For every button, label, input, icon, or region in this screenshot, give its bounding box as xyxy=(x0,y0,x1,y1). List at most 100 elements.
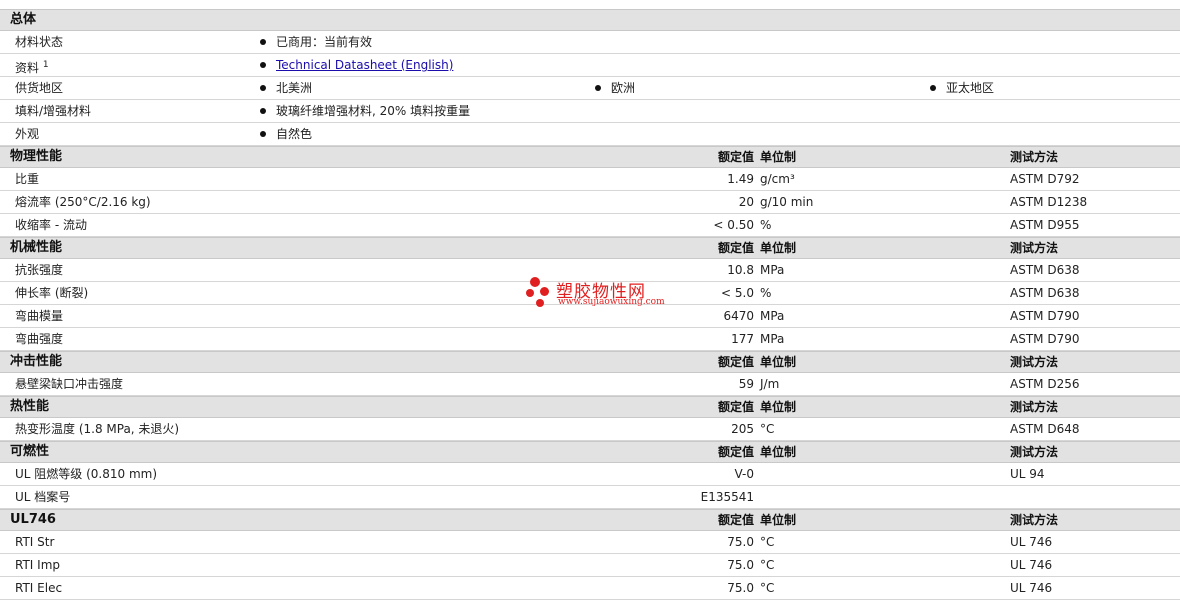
bullet-icon xyxy=(595,84,601,91)
nominal-value: < 5.0 xyxy=(721,286,754,300)
section-title: 冲击性能 xyxy=(10,354,63,369)
property-label: 伸长率 (断裂) xyxy=(15,286,89,300)
bullet-icon xyxy=(260,84,266,91)
value-cell: 已商用：当前有效 xyxy=(260,31,372,53)
row-label: 材料状态 xyxy=(15,31,63,53)
footnote-marker: 1 xyxy=(42,60,49,70)
nominal-value: 75.0 xyxy=(727,558,754,572)
property-label: UL 档案号 xyxy=(15,490,71,504)
value-cell: 自然色 xyxy=(260,123,312,145)
test-method: UL 746 xyxy=(1010,581,1053,595)
property-label: RTI Elec xyxy=(15,581,63,595)
value-text: 自然色 xyxy=(276,127,313,141)
property-label: RTI Str xyxy=(15,535,55,549)
unit-value: °C xyxy=(760,581,775,595)
bullet-icon xyxy=(260,61,266,68)
property-row: RTI Elec 75.0 °C UL 746 xyxy=(0,577,1180,600)
nominal-value: 75.0 xyxy=(727,535,754,549)
unit-value: g/10 min xyxy=(760,195,814,209)
property-row: UL 阻燃等级 (0.810 mm) V-0 UL 94 xyxy=(0,463,1180,486)
unit-value: °C xyxy=(760,422,775,436)
test-method: ASTM D955 xyxy=(1010,218,1080,232)
general-row: 供货地区 北美洲 欧洲 亚太地区 xyxy=(0,77,1180,100)
row-label: 外观 xyxy=(15,123,39,145)
nominal-value: 177 xyxy=(731,332,754,346)
row-label: 供货地区 xyxy=(15,77,63,99)
property-label: 收缩率 - 流动 xyxy=(15,218,87,232)
header-method: 测试方法 xyxy=(1010,445,1059,459)
header-method: 测试方法 xyxy=(1010,241,1059,255)
unit-value: °C xyxy=(760,535,775,549)
datasheet-table: 总体 材料状态 已商用：当前有效 资料 1 Technical Datasheet (E… xyxy=(0,9,1180,600)
property-label: 比重 xyxy=(15,172,40,186)
row-label: 填料/增强材料 xyxy=(15,100,91,122)
header-unit: 单位制 xyxy=(760,150,797,164)
property-row: 伸长率 (断裂) < 5.0% ASTM D638 xyxy=(0,282,1180,305)
test-method: ASTM D638 xyxy=(1010,263,1080,277)
nominal-value: 1.49 xyxy=(727,172,754,186)
nominal-value: 205 xyxy=(731,422,754,436)
general-row: 填料/增强材料 玻璃纤维增强材料, 20% 填料按重量 xyxy=(0,100,1180,123)
header-method: 测试方法 xyxy=(1010,355,1059,369)
header-method: 测试方法 xyxy=(1010,150,1059,164)
value-cell: 欧洲 xyxy=(595,77,635,99)
header-method: 测试方法 xyxy=(1010,400,1059,414)
property-label: UL 阻燃等级 (0.810 mm) xyxy=(15,467,158,481)
label-text: 外观 xyxy=(15,127,40,141)
header-nominal: 额定值 xyxy=(717,445,754,459)
label-text: 供货地区 xyxy=(15,81,64,95)
header-nominal: 额定值 xyxy=(717,513,754,527)
bullet-icon xyxy=(930,84,936,91)
test-method: UL 746 xyxy=(1010,558,1053,572)
test-method: ASTM D638 xyxy=(1010,286,1080,300)
nominal-value: V-0 xyxy=(734,467,754,481)
property-row: 弯曲模量 6470 MPa ASTM D790 xyxy=(0,305,1180,328)
unit-value: MPa xyxy=(760,332,785,346)
nominal-value: < 0.50 xyxy=(713,218,754,232)
property-row: 悬壁梁缺口冲击强度 59 J/m ASTM D256 xyxy=(0,373,1180,396)
section-header: 机械性能 额定值 单位制 测试方法 xyxy=(0,237,1180,259)
section-header-general: 总体 xyxy=(0,9,1180,31)
property-row: RTI Imp 75.0 °C UL 746 xyxy=(0,554,1180,577)
label-text: 填料/增强材料 xyxy=(15,104,92,118)
test-method: ASTM D1238 xyxy=(1010,195,1088,209)
header-nominal: 额定值 xyxy=(717,355,754,369)
section-title: UL746 xyxy=(10,512,56,527)
test-method: ASTM D790 xyxy=(1010,332,1080,346)
section-header: 冲击性能 额定值 单位制 测试方法 xyxy=(0,351,1180,373)
property-label: 抗张强度 xyxy=(15,263,64,277)
property-row: 抗张强度 10.8 MPa ASTM D638 xyxy=(0,259,1180,282)
bullet-icon xyxy=(260,130,266,137)
nominal-value: E135541 xyxy=(700,490,754,504)
section-header: 可燃性 额定值 单位制 测试方法 xyxy=(0,441,1180,463)
value-text: 已商用：当前有效 xyxy=(276,35,373,49)
property-row: RTI Str 75.0 °C UL 746 xyxy=(0,531,1180,554)
nominal-value: 6470 xyxy=(723,309,754,323)
property-row: 熔流率 (250°C/2.16 kg) 20 g/10 min ASTM D1238 xyxy=(0,191,1180,214)
property-label: 弯曲强度 xyxy=(15,332,64,346)
value-text: 欧洲 xyxy=(611,81,636,95)
nominal-value: 75.0 xyxy=(727,581,754,595)
datasheet-link[interactable]: Technical Datasheet (English) xyxy=(276,58,453,72)
test-method: ASTM D792 xyxy=(1010,172,1080,186)
header-nominal: 额定值 xyxy=(717,150,754,164)
value-cell: 亚太地区 xyxy=(930,77,994,99)
property-label: 弯曲模量 xyxy=(15,309,64,323)
test-method: ASTM D648 xyxy=(1010,422,1080,436)
nominal-value: 10.8 xyxy=(727,263,754,277)
section-title: 总体 xyxy=(10,12,37,27)
property-label: RTI Imp xyxy=(15,558,60,572)
section-title: 机械性能 xyxy=(10,240,63,255)
section-header: 物理性能 额定值 单位制 测试方法 xyxy=(0,146,1180,168)
section-header: UL746 额定值 单位制 测试方法 xyxy=(0,509,1180,531)
property-label: 热变形温度 (1.8 MPa, 未退火) xyxy=(15,422,180,436)
section-title: 热性能 xyxy=(10,399,50,414)
unit-value: g/cm³ xyxy=(760,172,795,186)
property-row: UL 档案号 E135541 xyxy=(0,486,1180,509)
value-text: 北美洲 xyxy=(276,81,313,95)
value-text: 亚太地区 xyxy=(946,81,995,95)
nominal-value: 20 xyxy=(738,195,754,209)
header-nominal: 额定值 xyxy=(717,400,754,414)
header-nominal: 额定值 xyxy=(717,241,754,255)
section-header: 热性能 额定值 单位制 测试方法 xyxy=(0,396,1180,418)
